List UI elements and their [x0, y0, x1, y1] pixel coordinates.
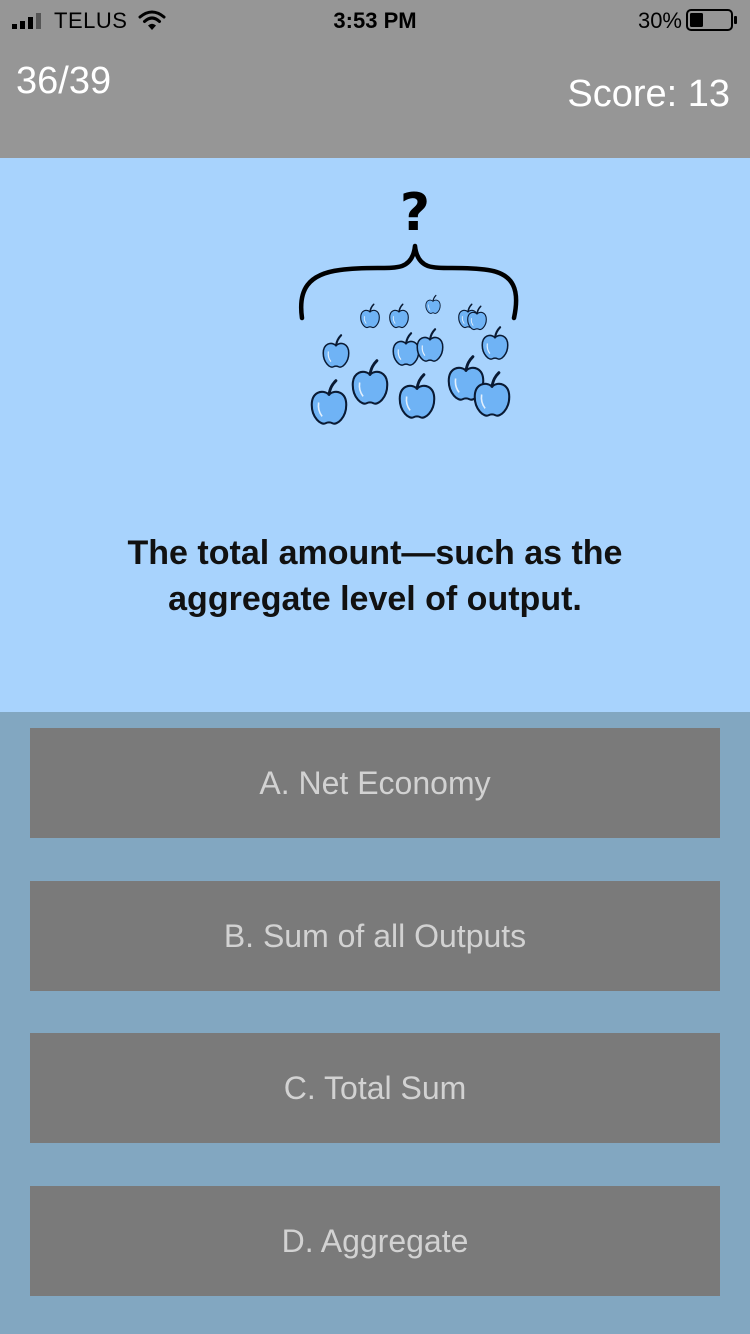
- battery-icon: [686, 9, 737, 31]
- answer-button-a[interactable]: A. Net Economy: [30, 728, 720, 838]
- question-text: The total amount—such as the aggregate l…: [127, 534, 623, 618]
- answer-button-b[interactable]: B. Sum of all Outputs: [30, 881, 720, 991]
- score-display: Score: 13: [567, 73, 730, 115]
- svg-text:?: ?: [400, 183, 430, 243]
- top-bar: TELUS 3:53 PM 30% 36/39 Score: 13: [0, 0, 750, 158]
- answer-list: A. Net Economy B. Sum of all Outputs C. …: [0, 712, 750, 1334]
- apples-grouped-icon: ?: [298, 183, 519, 426]
- answer-button-d[interactable]: D. Aggregate: [30, 1186, 720, 1296]
- question-progress: 36/39: [16, 60, 112, 102]
- status-bar: TELUS 3:53 PM 30%: [0, 0, 750, 40]
- battery-percent: 30%: [637, 8, 682, 33]
- answer-button-c[interactable]: C. Total Sum: [30, 1033, 720, 1143]
- question-panel: ? The total amount—such as the aggregate…: [0, 158, 750, 712]
